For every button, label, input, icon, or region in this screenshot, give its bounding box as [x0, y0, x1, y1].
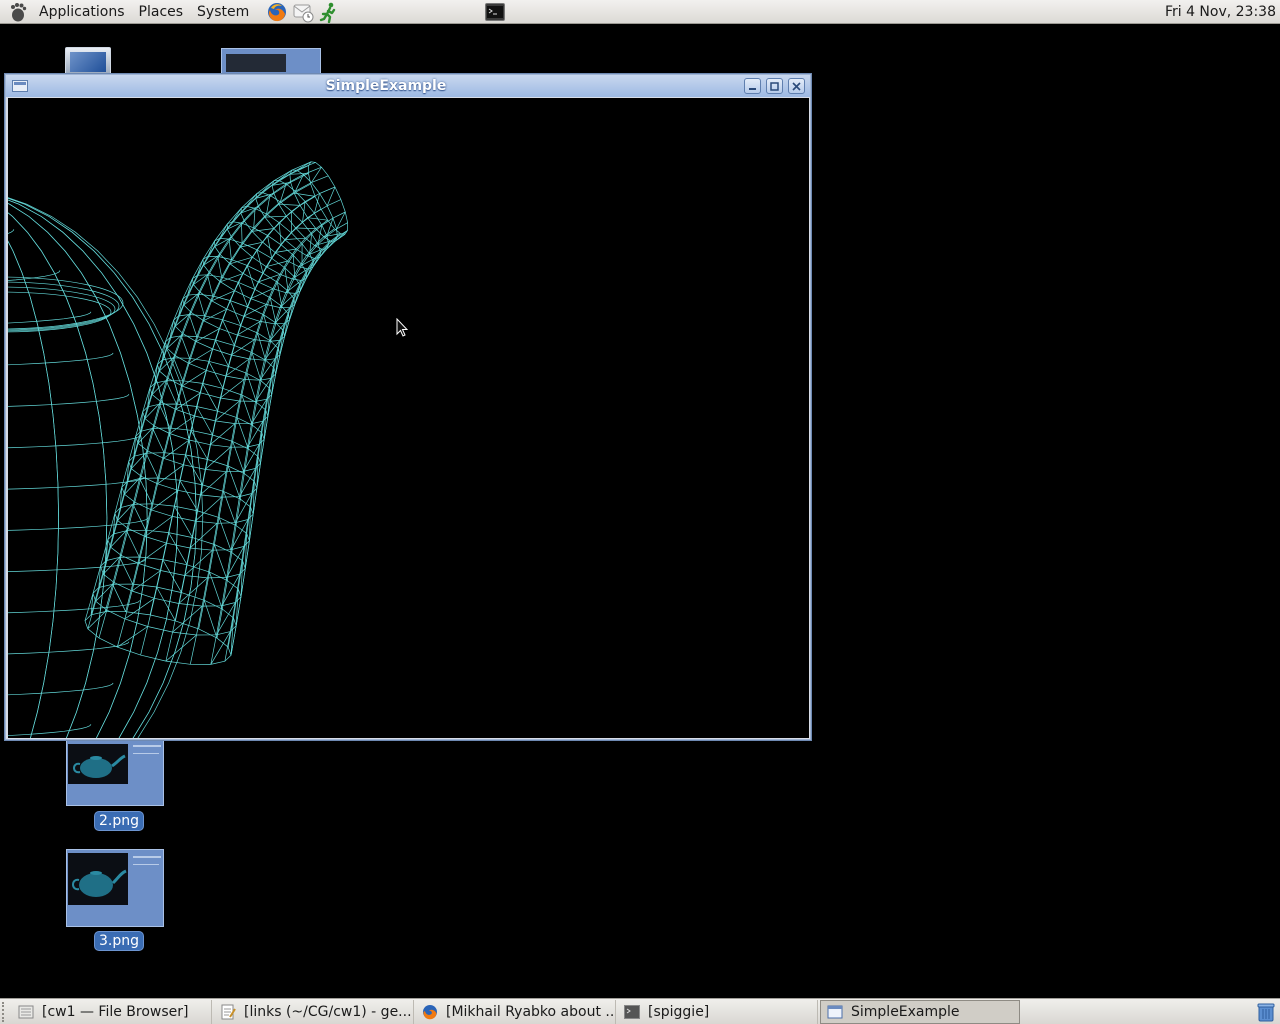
task-label: SimpleExample [851, 1004, 960, 1020]
task-terminal[interactable]: [spiggie] [618, 1000, 818, 1024]
task-label: [links (~/CG/cw1) - ge... [244, 1004, 412, 1020]
image-thumbnail-icon [66, 740, 164, 806]
desktop-icon-label: 2.png [94, 811, 145, 831]
panel-handle[interactable] [2, 1001, 10, 1022]
close-icon [792, 81, 801, 91]
task-label: [Mikhail Ryabko about ... [446, 1004, 616, 1020]
text-editor-icon [221, 1004, 236, 1020]
maximize-icon [770, 81, 779, 91]
mouse-cursor-icon [396, 318, 408, 337]
window-icon [827, 1005, 843, 1019]
top-panel: Applications Places System Fri 4 Nov, 23… [0, 0, 1280, 24]
window-menu-icon[interactable] [12, 80, 28, 92]
desktop-icon-3png[interactable]: 3.png [64, 849, 168, 953]
file-browser-icon [18, 1005, 34, 1019]
maximize-button[interactable] [766, 78, 783, 94]
places-menu-label: Places [138, 3, 184, 20]
terminal-icon [485, 2, 506, 21]
places-menu[interactable]: Places [132, 0, 191, 24]
desktop-icon-2png[interactable]: 2.png [64, 740, 168, 836]
close-button[interactable] [788, 78, 805, 94]
window-title: SimpleExample [325, 78, 447, 94]
minimize-icon [749, 87, 756, 90]
clock[interactable]: Fri 4 Nov, 23:38 [1157, 4, 1280, 20]
running-man-launcher[interactable] [316, 0, 342, 24]
window-titlebar[interactable]: SimpleExample [6, 75, 810, 97]
opengl-canvas[interactable] [8, 98, 809, 738]
applications-menu[interactable]: Applications [32, 0, 132, 24]
desktop-icon-screenshot[interactable] [221, 48, 321, 76]
teapot-thumbnail-icon [72, 869, 127, 897]
wireframe-teapot [8, 161, 348, 738]
task-simpleexample[interactable]: SimpleExample [820, 1000, 1020, 1024]
terminal-icon [624, 1005, 640, 1019]
system-menu-label: System [197, 3, 250, 20]
task-firefox[interactable]: [Mikhail Ryabko about ... [416, 1000, 616, 1024]
firefox-icon [423, 1005, 437, 1020]
minimize-button[interactable] [744, 78, 761, 94]
computer-icon [65, 47, 111, 75]
evolution-launcher[interactable] [290, 0, 316, 24]
firefox-icon [268, 2, 287, 21]
gnome-foot-icon[interactable] [6, 1, 28, 23]
terminal-applet[interactable] [482, 0, 508, 24]
desktop-icon-label: 3.png [94, 931, 145, 951]
task-label: [spiggie] [648, 1004, 710, 1020]
image-thumbnail-icon [66, 849, 164, 927]
firefox-launcher[interactable] [264, 0, 290, 24]
applications-menu-label: Applications [39, 3, 125, 20]
trash-icon[interactable] [1256, 1002, 1276, 1022]
teapot-thumbnail-icon [73, 754, 126, 778]
running-man-icon [320, 2, 336, 23]
task-text-editor[interactable]: [links (~/CG/cw1) - ge... [214, 1000, 414, 1024]
simpleexample-window: SimpleExample [4, 73, 812, 741]
system-menu[interactable]: System [190, 0, 256, 24]
task-label: [cw1 — File Browser] [42, 1004, 189, 1020]
bottom-panel: [cw1 — File Browser] [links (~/CG/cw1) -… [0, 998, 1280, 1024]
image-thumbnail-icon [221, 48, 321, 74]
task-file-browser[interactable]: [cw1 — File Browser] [12, 1000, 212, 1024]
evolution-clock-icon [293, 4, 314, 22]
